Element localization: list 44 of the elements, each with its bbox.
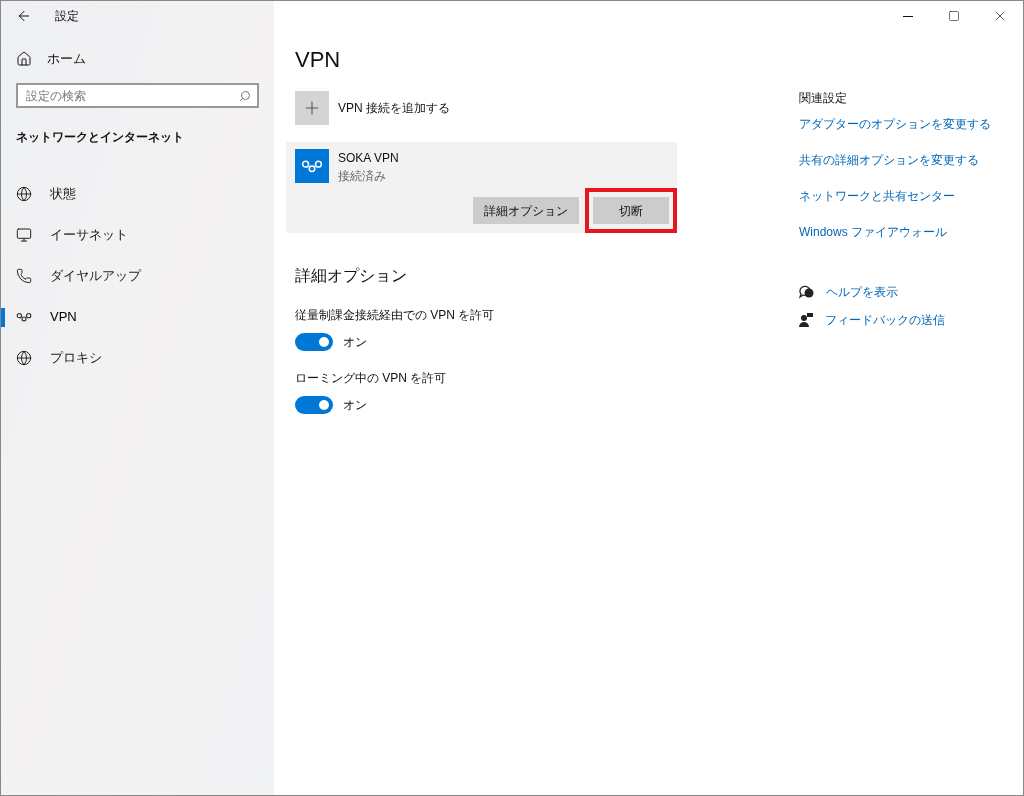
toggle-state: オン [343,334,367,351]
vpn-icon [301,159,323,173]
related-link[interactable]: 共有の詳細オプションを変更する [799,151,979,169]
related-link[interactable]: ネットワークと共有センター [799,187,955,205]
globe-icon [16,350,32,366]
action-button[interactable]: 切断 [593,197,669,224]
related-heading: 関連設定 [799,90,847,107]
option-label: 従量制課金接続経由での VPN を許可 [295,307,495,324]
nav-item[interactable]: イーサネット [16,225,128,245]
add-button[interactable] [295,91,329,125]
globe-icon [16,186,32,202]
option-label: ローミング中の VPN を許可 [295,370,447,387]
toggle-state: オン [343,397,367,414]
chat-help-icon [799,285,814,299]
home-icon [16,50,32,67]
nav-item[interactable]: ダイヤルアップ [16,266,141,286]
search-field[interactable]: 設定の検索 [16,83,259,108]
related-link[interactable]: Windows ファイアウォール [799,223,947,241]
monitor-icon [16,227,32,243]
minimize-icon [903,15,913,17]
related-link[interactable]: アダプターのオプションを変更する [799,115,991,133]
section-heading: ネットワークとインターネット [16,128,184,146]
vpn-icon [16,311,32,323]
toggle-switch[interactable] [295,396,333,414]
nav-item[interactable]: VPN [16,307,77,327]
connection-name: SOKA VPN [338,150,399,167]
help-link[interactable]: ヘルプを表示 [826,283,898,301]
selection-indicator [1,307,5,327]
page-title: VPN [295,49,341,71]
window-title: 設定 [55,8,79,25]
nav-item[interactable]: 状態 [16,184,76,204]
toggle-switch[interactable] [295,333,333,351]
search-icon [239,89,251,102]
vpn-card[interactable]: SOKA VPN 接続済み 詳細オプション 切断 [286,142,677,233]
section-heading: 詳細オプション [295,266,407,286]
connection-status: 接続済み [338,168,387,185]
help-link[interactable]: フィードバックの送信 [825,311,945,329]
maximize-icon [948,10,960,22]
nav-item[interactable]: プロキシ [16,348,102,368]
person-feedback-icon [799,313,813,327]
action-button[interactable]: 詳細オプション [473,197,579,224]
home-link[interactable]: ホーム [16,49,86,69]
add-label: VPN 接続を追加する [338,100,450,117]
phone-icon [16,268,32,284]
